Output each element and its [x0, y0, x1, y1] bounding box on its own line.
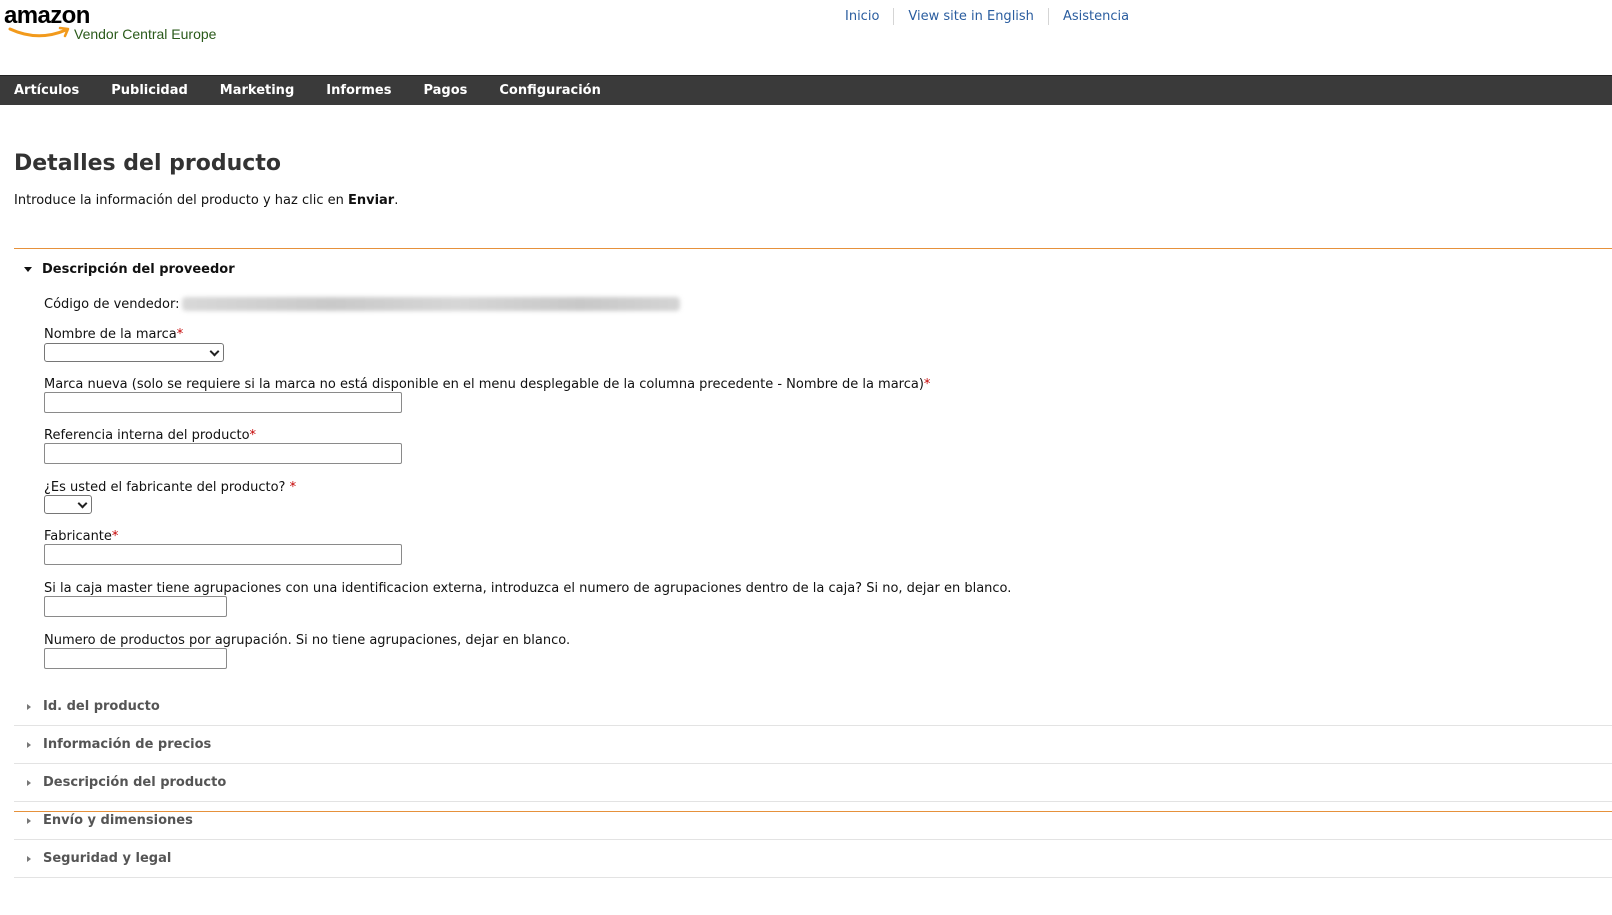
caret-right-icon	[27, 855, 31, 862]
caret-right-icon	[27, 779, 31, 786]
nav-item-pagos[interactable]: Pagos	[407, 76, 483, 106]
vendor-code-label: Código de vendedor:	[44, 297, 180, 312]
nav-item-configuracion[interactable]: Configuración	[483, 76, 616, 106]
section-title: Descripción del producto	[43, 775, 227, 790]
intro-bold: Enviar	[347, 193, 395, 208]
top-links: Inicio View site in English Asistencia	[831, 8, 1143, 25]
section-toggle-safety-legal[interactable]: Seguridad y legal	[14, 840, 1612, 878]
nav-item-marketing[interactable]: Marketing	[204, 76, 310, 106]
logo-wordmark: amazon	[4, 2, 90, 29]
master-box-groups-input[interactable]	[44, 596, 227, 617]
amazon-vendor-central-logo[interactable]: amazon Vendor Central Europe	[4, 4, 234, 44]
caret-down-icon	[24, 267, 32, 272]
brand-label: Nombre de la marca*	[44, 327, 183, 342]
caret-right-icon	[27, 703, 31, 710]
section-title: Envío y dimensiones	[43, 813, 193, 828]
products-per-group-input[interactable]	[44, 648, 227, 669]
intro-prefix: Introduce la información del producto y …	[14, 193, 348, 208]
manufacturer-label-text: Fabricante	[44, 529, 112, 544]
required-mark: *	[289, 480, 297, 495]
manufacturer-question-label: ¿Es usted el fabricante del producto? *	[44, 480, 296, 495]
required-mark: *	[923, 377, 931, 392]
master-box-label: Si la caja master tiene agrupaciones con…	[44, 581, 1012, 596]
section-title: Descripción del proveedor	[42, 262, 235, 277]
section-toggle-pricing[interactable]: Información de precios	[14, 726, 1612, 764]
section-title: Id. del producto	[43, 699, 160, 714]
chevron-down-icon	[77, 498, 88, 509]
nav-item-publicidad[interactable]: Publicidad	[95, 76, 204, 106]
section-toggle-shipping[interactable]: Envío y dimensiones	[14, 802, 1612, 840]
vendor-code-value-redacted	[182, 297, 680, 311]
link-asistencia[interactable]: Asistencia	[1049, 8, 1143, 25]
required-mark: *	[111, 529, 119, 544]
products-per-group-label: Numero de productos por agrupación. Si n…	[44, 633, 571, 648]
internal-ref-label-text: Referencia interna del producto	[44, 428, 250, 443]
intro-text: Introduce la información del producto y …	[14, 193, 398, 208]
required-mark: *	[176, 327, 184, 342]
link-view-site-english[interactable]: View site in English	[894, 8, 1048, 25]
manufacturer-question-text: ¿Es usted el fabricante del producto?	[44, 480, 290, 495]
link-inicio[interactable]: Inicio	[831, 8, 893, 25]
nav-item-articulos[interactable]: Artículos	[0, 76, 95, 106]
section-toggle-vendor[interactable]: Descripción del proveedor	[24, 262, 235, 277]
page-title: Detalles del producto	[14, 151, 281, 176]
internal-ref-input[interactable]	[44, 443, 402, 464]
brand-select[interactable]	[44, 343, 224, 362]
required-mark: *	[249, 428, 257, 443]
chevron-down-icon	[209, 346, 220, 357]
new-brand-label-text: Marca nueva (solo se requiere si la marc…	[44, 377, 924, 392]
section-title: Seguridad y legal	[43, 851, 172, 866]
section-toggle-product-description[interactable]: Descripción del producto	[14, 764, 1612, 802]
internal-ref-label: Referencia interna del producto*	[44, 428, 256, 443]
new-brand-input[interactable]	[44, 392, 402, 413]
intro-suffix: .	[394, 193, 399, 208]
section-toggle-product-id[interactable]: Id. del producto	[14, 688, 1612, 726]
manufacturer-select[interactable]	[44, 495, 92, 514]
logo-subtitle: Vendor Central Europe	[74, 26, 217, 42]
main-nav: Artículos Publicidad Marketing Informes …	[0, 75, 1612, 105]
manufacturer-label: Fabricante*	[44, 529, 118, 544]
brand-label-text: Nombre de la marca	[44, 327, 177, 342]
smile-arrow-icon	[8, 26, 70, 38]
nav-item-informes[interactable]: Informes	[310, 76, 407, 106]
new-brand-label: Marca nueva (solo se requiere si la marc…	[44, 377, 930, 392]
section-title: Información de precios	[43, 737, 212, 752]
caret-right-icon	[27, 741, 31, 748]
caret-right-icon	[27, 817, 31, 824]
manufacturer-input[interactable]	[44, 544, 402, 565]
header: amazon Vendor Central Europe Inicio View…	[0, 0, 1612, 75]
